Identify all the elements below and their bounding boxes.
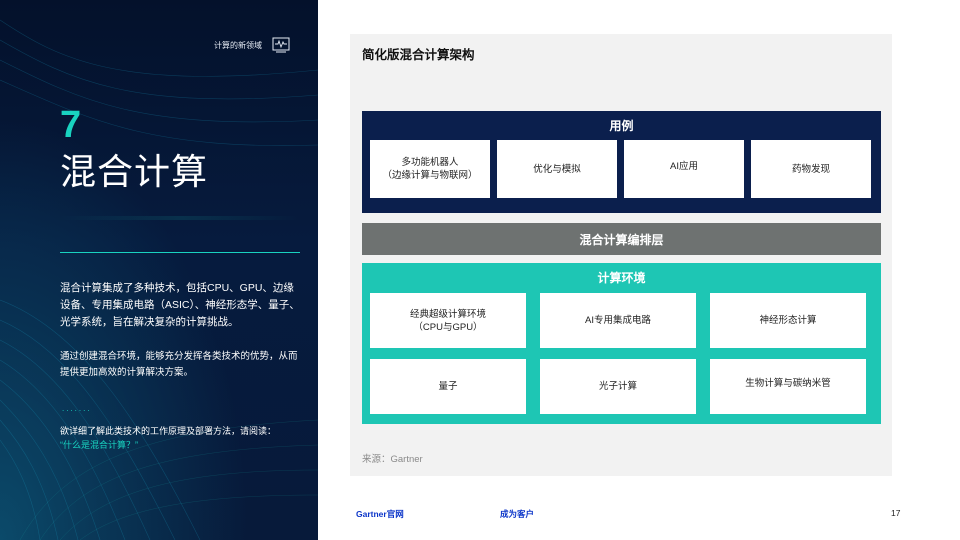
intro-paragraph: 混合计算集成了多种技术，包括CPU、GPU、边缘设备、专用集成电路（ASIC）、… [60,282,300,328]
use-case-box: 药物发现 [751,140,871,198]
source-note: 来源：Gartner [362,454,423,465]
env-sublabel: （CPU与GPU） [413,321,483,333]
benefit-paragraph: 通过创建混合环境，能够充分发挥各类技术的优势，从而提供更加高效的计算解决方案。 [60,351,298,378]
wave-pattern-decoration [0,19,318,540]
env-box: AI专用集成电路 [540,293,696,348]
use-case-box: 多功能机器人 （边缘计算与物联网） [370,140,490,198]
chapter-sidebar: 计算的新领域 7 混合计算 混合计算集成了多种技术，包括CPU、GPU、边缘设备… [0,0,318,540]
read-more-link[interactable]: “什么是混合计算？” [60,440,138,450]
use-case-layer: 用例 多功能机器人 （边缘计算与物联网） 优化与模拟 AI应用 药物发现 [362,111,881,213]
read-more-text: 欲详细了解此类技术的工作原理及部署方法，请阅读： “什么是混合计算？” [60,424,310,452]
gartner-site-link[interactable]: Gartner官网 [356,508,404,520]
chapter-title: 混合计算 [60,151,209,192]
orchestration-layer: 混合计算编排层 [362,223,881,255]
dotted-separator: ....... [62,404,92,413]
use-case-label: 优化与模拟 [533,163,581,175]
section-header: 计算的新领域 [214,36,292,54]
circuit-chip-icon [272,37,290,53]
env-label: 量子 [438,381,458,392]
use-case-label: 药物发现 [791,163,830,175]
env-label: 经典超级计算环境 [409,308,486,320]
use-case-box: AI应用 [624,140,744,198]
env-label: 生物计算与碳纳米管 [745,378,831,389]
env-header: 计算环境 [597,271,646,285]
use-case-label: 多功能机器人 [401,157,459,168]
use-case-header: 用例 [609,119,634,133]
env-box: 光子计算 [540,359,696,414]
env-label: AI专用集成电路 [585,315,651,326]
use-case-label: AI应用 [670,160,698,172]
become-client-link[interactable]: 成为客户 [500,508,534,520]
orchestration-label: 混合计算编排层 [579,232,664,247]
page-number: 17 [891,508,901,518]
use-case-box: 优化与模拟 [497,140,617,198]
env-box: 生物计算与碳纳米管 [710,359,866,414]
read-more-prefix: 欲详细了解此类技术的工作原理及部署方法，请阅读： [60,426,277,436]
section-label: 计算的新领域 [214,40,262,50]
chapter-number: 7 [60,104,82,146]
env-box: 经典超级计算环境 （CPU与GPU） [370,293,526,348]
compute-environment-layer: 计算环境 经典超级计算环境 （CPU与GPU） AI专用集成电路 神经形态计算 量… [362,263,881,424]
title-divider [60,252,300,253]
title-glow-divider [60,216,300,220]
use-case-sublabel: （边缘计算与物联网） [382,170,478,181]
architecture-diagram-card: 简化版混合计算架构 用例 多功能机器人 （边缘计算与物联网） 优化与模拟 AI应用… [350,34,892,476]
diagram-title: 简化版混合计算架构 [362,48,475,62]
env-label: 光子计算 [598,381,637,392]
env-label: 神经形态计算 [759,315,817,326]
env-box: 量子 [370,359,526,414]
env-box: 神经形态计算 [710,293,866,348]
